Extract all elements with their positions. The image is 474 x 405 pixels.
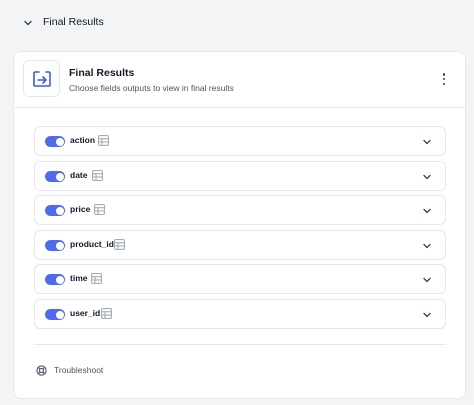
field-row-date[interactable]: date (34, 161, 446, 191)
field-name: action (70, 135, 96, 145)
table-icon (91, 273, 102, 284)
field-toggle[interactable] (45, 136, 65, 147)
field-row-action[interactable]: action (34, 126, 446, 156)
table-icon (101, 308, 112, 319)
chevron-down-icon[interactable] (422, 275, 432, 285)
output-arrow-icon (23, 60, 60, 97)
table-icon (94, 204, 105, 215)
field-row-time[interactable]: time (34, 264, 446, 294)
field-name: time (70, 273, 88, 283)
chevron-down-icon[interactable] (422, 137, 432, 147)
chevron-down-icon[interactable] (22, 17, 34, 29)
chevron-down-icon[interactable] (422, 310, 432, 320)
field-name: product_id (70, 239, 114, 249)
chevron-down-icon[interactable] (422, 206, 432, 216)
lifebuoy-icon (36, 364, 47, 376)
troubleshoot-label: Troubleshoot (54, 365, 104, 375)
field-row-product-id[interactable]: product_id (34, 230, 446, 260)
final-results-card: Final Results Choose fields outputs to v… (13, 51, 466, 399)
table-icon (98, 135, 109, 146)
troubleshoot-link[interactable]: Troubleshoot (36, 362, 103, 378)
field-toggle[interactable] (45, 240, 65, 251)
field-name: user_id (70, 308, 101, 318)
field-toggle[interactable] (45, 274, 65, 285)
field-toggle[interactable] (45, 309, 65, 320)
chevron-down-icon[interactable] (422, 241, 432, 251)
table-icon (92, 170, 103, 181)
field-toggle[interactable] (45, 171, 65, 182)
node-subtitle: Choose fields outputs to view in final r… (69, 83, 234, 93)
field-row-price[interactable]: price (34, 195, 446, 225)
section-header[interactable]: Final Results (0, 0, 474, 46)
more-options-icon[interactable] (439, 71, 449, 87)
field-row-user-id[interactable]: user_id (34, 299, 446, 329)
field-toggle[interactable] (45, 205, 65, 216)
divider (34, 344, 446, 345)
field-name: date (70, 170, 88, 180)
node-title: Final Results (69, 67, 135, 79)
table-icon (114, 239, 125, 250)
node-header: Final Results Choose fields outputs to v… (14, 52, 465, 108)
field-name: price (70, 204, 91, 214)
chevron-down-icon[interactable] (422, 172, 432, 182)
section-title: Final Results (43, 16, 104, 28)
